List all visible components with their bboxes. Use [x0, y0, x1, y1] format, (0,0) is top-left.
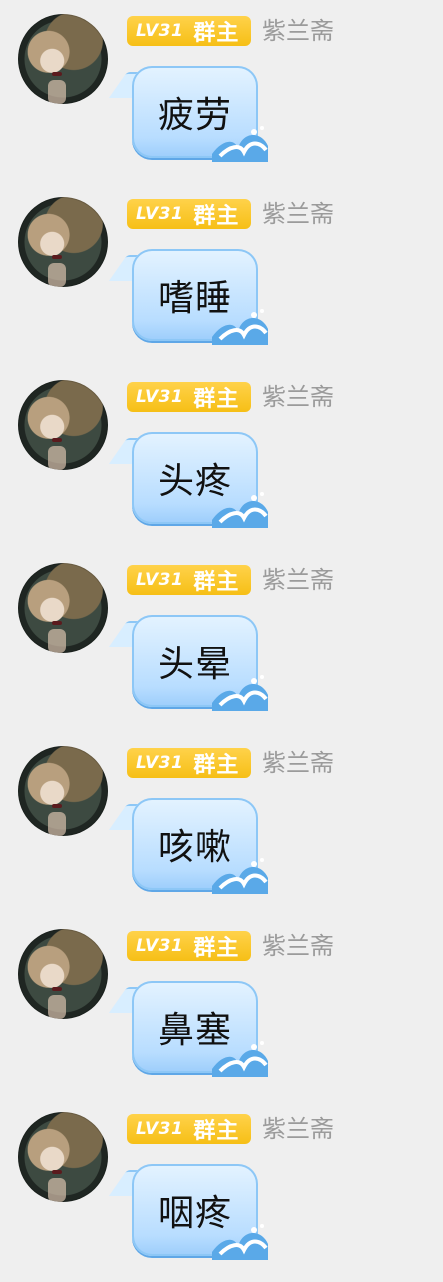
chat-message: LV31 群主 紫兰斋 嗜睡 — [0, 183, 443, 366]
message-text: 头疼 — [157, 461, 232, 502]
chat-message: LV31 群主 紫兰斋 咽疼 — [0, 1098, 443, 1281]
avatar[interactable] — [18, 14, 108, 104]
sender-name[interactable]: 紫兰斋 — [262, 16, 334, 46]
message-text: 咽疼 — [157, 1193, 232, 1234]
member-level: LV31 — [136, 21, 184, 41]
member-badge: LV31 群主 — [127, 565, 251, 595]
message-bubble[interactable]: 头晕 — [108, 615, 268, 711]
message-text: 疲劳 — [157, 95, 232, 136]
chat-message: LV31 群主 紫兰斋 咳嗽 — [0, 732, 443, 915]
message-bubble[interactable]: 咳嗽 — [108, 798, 268, 894]
message-bubble[interactable]: 咽疼 — [108, 1164, 268, 1260]
message-text: 鼻塞 — [157, 1010, 232, 1051]
member-badge: LV31 群主 — [127, 1114, 251, 1144]
avatar[interactable] — [18, 929, 108, 1019]
member-role: 群主 — [193, 570, 240, 595]
sender-name[interactable]: 紫兰斋 — [262, 382, 334, 412]
message-bubble[interactable]: 疲劳 — [108, 66, 268, 162]
avatar[interactable] — [18, 563, 108, 653]
message-text: 咳嗽 — [157, 827, 232, 868]
avatar[interactable] — [18, 197, 108, 287]
member-badge: LV31 群主 — [127, 199, 251, 229]
message-bubble[interactable]: 头疼 — [108, 432, 268, 528]
member-role: 群主 — [193, 21, 240, 46]
member-role: 群主 — [193, 204, 240, 229]
member-role: 群主 — [193, 1119, 240, 1144]
chat-message: LV31 群主 紫兰斋 头疼 — [0, 366, 443, 549]
member-level: LV31 — [136, 387, 184, 407]
message-text: 嗜睡 — [157, 278, 232, 319]
avatar[interactable] — [18, 380, 108, 470]
sender-name[interactable]: 紫兰斋 — [262, 1114, 334, 1144]
member-level: LV31 — [136, 204, 184, 224]
member-badge: LV31 群主 — [127, 748, 251, 778]
member-level: LV31 — [136, 936, 184, 956]
chat-message: LV31 群主 紫兰斋 疲劳 — [0, 0, 443, 183]
message-bubble[interactable]: 鼻塞 — [108, 981, 268, 1077]
member-level: LV31 — [136, 753, 184, 773]
avatar[interactable] — [18, 746, 108, 836]
member-badge: LV31 群主 — [127, 16, 251, 46]
sender-name[interactable]: 紫兰斋 — [262, 748, 334, 778]
member-badge: LV31 群主 — [127, 382, 251, 412]
member-role: 群主 — [193, 753, 240, 778]
member-badge: LV31 群主 — [127, 931, 251, 961]
message-text: 头晕 — [157, 644, 232, 685]
sender-name[interactable]: 紫兰斋 — [262, 199, 334, 229]
message-bubble[interactable]: 嗜睡 — [108, 249, 268, 345]
member-role: 群主 — [193, 387, 240, 412]
chat-message-list: LV31 群主 紫兰斋 疲劳 LV31 群主 紫兰斋 嗜睡 LV31 群主 紫兰… — [0, 0, 443, 1282]
member-role: 群主 — [193, 936, 240, 961]
chat-message: LV31 群主 紫兰斋 鼻塞 — [0, 915, 443, 1098]
member-level: LV31 — [136, 1119, 184, 1139]
member-level: LV31 — [136, 570, 184, 590]
avatar[interactable] — [18, 1112, 108, 1202]
chat-message: LV31 群主 紫兰斋 头晕 — [0, 549, 443, 732]
sender-name[interactable]: 紫兰斋 — [262, 565, 334, 595]
sender-name[interactable]: 紫兰斋 — [262, 931, 334, 961]
